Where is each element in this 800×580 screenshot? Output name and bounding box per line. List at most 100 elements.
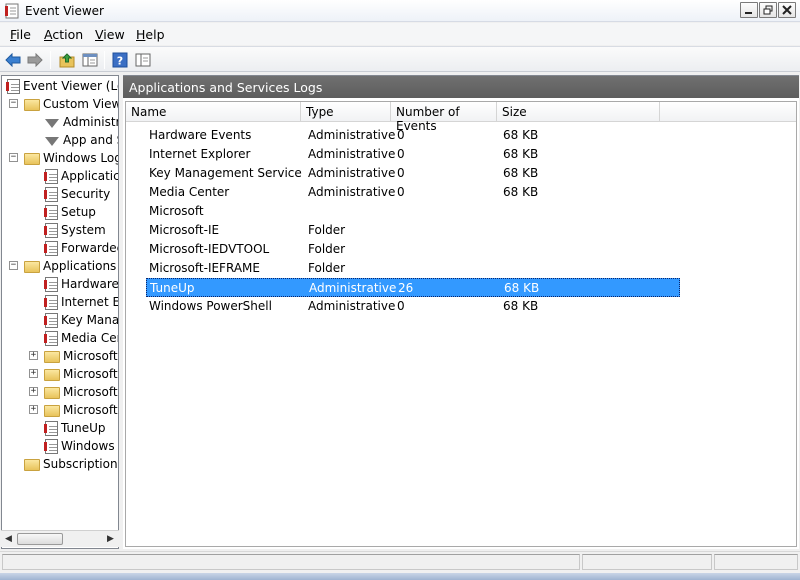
folder-icon xyxy=(24,153,40,165)
expand-icon[interactable]: + xyxy=(29,351,38,360)
table-row[interactable]: Microsoft xyxy=(146,202,680,221)
table-row[interactable]: Hardware Events Administrative 0 68 KB xyxy=(146,126,680,145)
tree-item-label: Key Mana xyxy=(61,313,119,327)
cell-name: Microsoft-IE xyxy=(149,223,220,237)
up-one-level-button[interactable] xyxy=(58,51,76,69)
menu-file[interactable]: File xyxy=(10,27,31,42)
cell-events: 0 xyxy=(397,128,405,142)
log-icon xyxy=(44,222,58,238)
cell-type: Administrative xyxy=(309,281,397,295)
close-button[interactable] xyxy=(778,2,796,18)
tree-item[interactable]: Event Viewer (Loc xyxy=(6,77,118,95)
tree-item[interactable]: Internet Ex xyxy=(44,293,118,311)
tree-item[interactable]: Windows Log xyxy=(24,149,118,167)
tree-item[interactable]: Media Cer xyxy=(44,329,118,347)
folder-icon xyxy=(44,351,60,363)
tree-item[interactable]: Microsoft xyxy=(44,383,118,401)
tree-item[interactable]: Windows xyxy=(44,437,115,455)
table-row[interactable]: Key Management Service Administrative 0 68 … xyxy=(146,164,680,183)
tree-item[interactable]: Custom View xyxy=(24,95,119,113)
column-header-name[interactable]: Name xyxy=(126,102,301,122)
cell-name: Microsoft xyxy=(149,204,204,218)
folder-icon xyxy=(24,99,40,111)
tree-item[interactable]: Administr xyxy=(44,113,118,131)
folder-icon xyxy=(44,405,60,417)
tree-item-label: Event Viewer (Loc xyxy=(23,79,118,93)
scroll-right-icon[interactable]: ▶ xyxy=(107,534,114,544)
tree-item[interactable]: Setup xyxy=(44,203,96,221)
status-segment xyxy=(714,554,798,570)
minimize-button[interactable] xyxy=(740,2,758,18)
table-row[interactable]: Microsoft-IE Folder xyxy=(146,221,680,240)
cell-name: Windows PowerShell xyxy=(149,299,272,313)
log-icon xyxy=(44,240,58,256)
tree-item-label: Microsoft xyxy=(63,403,118,417)
tree-item[interactable]: Microsoft xyxy=(44,401,118,419)
tree-item-label: Microsoft xyxy=(63,367,118,381)
status-segment xyxy=(582,554,712,570)
tree-item[interactable]: Key Mana xyxy=(44,311,119,329)
tree-item[interactable]: System xyxy=(44,221,106,239)
tree-item[interactable]: TuneUp xyxy=(44,419,106,437)
help-button[interactable]: ? xyxy=(111,51,129,69)
logs-list[interactable]: Name Type Number of Events Size Hardware… xyxy=(125,101,797,547)
back-button[interactable] xyxy=(4,51,22,69)
cell-events: 0 xyxy=(397,299,405,313)
scroll-thumb[interactable] xyxy=(17,533,63,545)
properties-button[interactable] xyxy=(134,51,152,69)
menu-help[interactable]: Help xyxy=(136,27,165,42)
menu-view[interactable]: View xyxy=(95,27,125,42)
cell-events: 0 xyxy=(397,166,405,180)
table-row[interactable]: Media Center Administrative 0 68 KB xyxy=(146,183,680,202)
show-hide-tree-button[interactable] xyxy=(81,51,99,69)
up-folder-icon xyxy=(59,53,75,68)
folder-icon xyxy=(44,369,60,381)
event-viewer-icon xyxy=(6,78,20,94)
log-icon xyxy=(44,294,58,310)
column-header-events[interactable]: Number of Events xyxy=(391,102,497,133)
folder-icon xyxy=(24,261,40,273)
cell-events: 0 xyxy=(397,185,405,199)
filter-icon xyxy=(45,118,59,128)
table-row[interactable]: Microsoft-IEDVTOOL Folder xyxy=(146,240,680,259)
toolbar: ? xyxy=(0,46,800,72)
folder-icon xyxy=(24,459,40,471)
tree-horizontal-scrollbar[interactable]: ◀ ▶ xyxy=(1,530,119,547)
column-header-type[interactable]: Type xyxy=(301,102,391,122)
console-tree[interactable]: Event Viewer (Loc Custom View − Administr Ap… xyxy=(1,75,119,549)
table-row[interactable]: Internet Explorer Administrative 0 68 KB xyxy=(146,145,680,164)
menu-action[interactable]: Action xyxy=(44,27,83,42)
menu-bar: File Action View Help xyxy=(0,23,800,45)
tree-item[interactable]: Applicatic xyxy=(44,167,118,185)
svg-text:?: ? xyxy=(117,55,123,68)
collapse-icon[interactable]: − xyxy=(9,153,18,162)
collapse-icon[interactable]: − xyxy=(9,261,18,270)
forward-button[interactable] xyxy=(26,51,44,69)
table-row[interactable]: Windows PowerShell Administrative 0 68 KB xyxy=(146,297,680,316)
expand-icon[interactable]: + xyxy=(29,387,38,396)
tree-item[interactable]: Microsoft xyxy=(44,347,118,365)
tree-item[interactable]: App and S xyxy=(44,131,118,149)
expand-icon[interactable]: + xyxy=(29,369,38,378)
tree-item-label: Microsoft xyxy=(63,349,118,363)
column-header-size[interactable]: Size xyxy=(497,102,660,122)
tree-item[interactable]: Subscriptions xyxy=(24,455,118,473)
tree-item[interactable]: Hardware xyxy=(44,275,118,293)
tree-item-label: Custom View xyxy=(43,97,119,111)
expand-icon[interactable]: + xyxy=(29,405,38,414)
scroll-left-icon[interactable]: ◀ xyxy=(5,534,12,544)
tree-item[interactable]: Forwardec xyxy=(44,239,118,257)
tree-item[interactable]: Applications a xyxy=(24,257,118,275)
log-icon xyxy=(44,312,58,328)
cell-events: 26 xyxy=(398,281,414,295)
collapse-icon[interactable]: − xyxy=(9,99,18,108)
cell-name: Internet Explorer xyxy=(149,147,251,161)
tree-item[interactable]: Security xyxy=(44,185,110,203)
tree-item[interactable]: Microsoft xyxy=(44,365,118,383)
log-icon xyxy=(44,420,58,436)
table-row[interactable]: Microsoft-IEFRAME Folder xyxy=(146,259,680,278)
tree-item-label: Microsoft xyxy=(63,385,118,399)
cell-type: Administrative xyxy=(308,299,396,313)
table-row[interactable]: TuneUp Administrative 26 68 KB xyxy=(146,278,680,297)
restore-button[interactable] xyxy=(759,2,777,18)
